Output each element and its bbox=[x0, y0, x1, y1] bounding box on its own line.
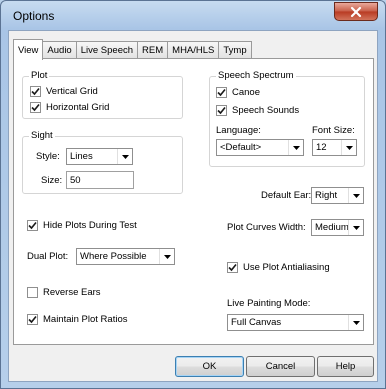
checkmark-icon bbox=[28, 315, 37, 324]
plot-curves-width-value: Medium bbox=[315, 222, 348, 233]
tab-mha-hls[interactable]: MHA/HLS bbox=[167, 41, 220, 59]
language-label: Language: bbox=[216, 125, 261, 136]
live-painting-value: Full Canvas bbox=[231, 317, 282, 328]
checkmark-icon bbox=[228, 263, 237, 272]
window-title: Options bbox=[13, 9, 55, 23]
live-painting-label: Live Painting Mode: bbox=[227, 298, 311, 309]
font-size-select[interactable]: 12 bbox=[312, 139, 357, 156]
style-select[interactable]: Lines bbox=[66, 148, 133, 165]
hide-plots-label: Hide Plots During Test bbox=[43, 220, 137, 231]
use-antialiasing-label: Use Plot Antialiasing bbox=[243, 262, 330, 273]
close-icon bbox=[350, 6, 362, 17]
checkmark-icon bbox=[31, 103, 40, 112]
plot-group: Plot Vertical Grid Horizontal Grid bbox=[22, 70, 183, 119]
speech-spectrum-group: Speech Spectrum Canoe Speech Sounds Lang… bbox=[209, 70, 365, 167]
plot-curves-width-label: Plot Curves Width: bbox=[227, 222, 306, 233]
speech-sounds-checkbox[interactable]: Speech Sounds bbox=[216, 105, 299, 116]
maintain-ratios-checkbox[interactable]: Maintain Plot Ratios bbox=[27, 314, 127, 325]
size-input[interactable]: 50 bbox=[66, 171, 134, 189]
default-ear-value: Right bbox=[315, 190, 338, 201]
dual-plot-select[interactable]: Where Possible bbox=[76, 248, 175, 265]
use-antialiasing-checkbox[interactable]: Use Plot Antialiasing bbox=[227, 262, 330, 273]
tab-audio[interactable]: Audio bbox=[42, 41, 77, 59]
hide-plots-checkbox[interactable]: Hide Plots During Test bbox=[27, 220, 137, 231]
speech-spectrum-title: Speech Spectrum bbox=[216, 70, 296, 81]
speech-sounds-box[interactable] bbox=[216, 105, 227, 116]
tab-live-speech[interactable]: Live Speech bbox=[75, 41, 139, 59]
dialog-client: View Audio Live Speech REM MHA/HLS Tymp … bbox=[8, 30, 378, 382]
vertical-grid-box[interactable] bbox=[30, 86, 41, 97]
chevron-down-icon bbox=[288, 140, 303, 155]
chevron-down-icon bbox=[117, 149, 132, 164]
reverse-ears-label: Reverse Ears bbox=[43, 287, 101, 298]
reverse-ears-box[interactable] bbox=[27, 287, 38, 298]
font-size-value: 12 bbox=[316, 142, 327, 153]
horizontal-grid-checkbox[interactable]: Horizontal Grid bbox=[30, 102, 109, 113]
canoe-box[interactable] bbox=[216, 87, 227, 98]
plot-group-title: Plot bbox=[29, 70, 50, 81]
chevron-down-icon bbox=[348, 315, 363, 330]
vertical-grid-checkbox[interactable]: Vertical Grid bbox=[30, 86, 98, 97]
tab-tymp[interactable]: Tymp bbox=[218, 41, 252, 59]
language-select[interactable]: <Default> bbox=[216, 139, 304, 156]
close-button[interactable] bbox=[334, 2, 378, 21]
sight-group: Sight Style: Lines Size: 50 bbox=[22, 130, 183, 194]
maintain-ratios-box[interactable] bbox=[27, 314, 38, 325]
default-ear-select[interactable]: Right bbox=[311, 187, 364, 204]
help-button[interactable]: Help bbox=[317, 356, 374, 377]
checkmark-icon bbox=[217, 88, 226, 97]
tab-strip: View Audio Live Speech REM MHA/HLS Tymp bbox=[13, 39, 252, 60]
language-value: <Default> bbox=[220, 142, 262, 153]
sight-group-title: Sight bbox=[29, 130, 55, 141]
style-label: Style: bbox=[36, 151, 60, 162]
checkmark-icon bbox=[28, 221, 37, 230]
tab-view[interactable]: View bbox=[13, 39, 44, 60]
size-label: Size: bbox=[41, 175, 63, 186]
maintain-ratios-label: Maintain Plot Ratios bbox=[43, 314, 128, 325]
speech-sounds-label: Speech Sounds bbox=[232, 105, 300, 116]
chevron-down-icon bbox=[348, 188, 363, 203]
checkmark-icon bbox=[31, 87, 40, 96]
style-value: Lines bbox=[70, 151, 93, 162]
cancel-button[interactable]: Cancel bbox=[246, 356, 315, 377]
live-painting-select[interactable]: Full Canvas bbox=[227, 314, 364, 331]
chevron-down-icon bbox=[348, 220, 363, 235]
ok-button[interactable]: OK bbox=[175, 356, 244, 377]
tab-rem[interactable]: REM bbox=[137, 41, 169, 59]
hide-plots-box[interactable] bbox=[27, 220, 38, 231]
use-antialiasing-box[interactable] bbox=[227, 262, 238, 273]
plot-curves-width-select[interactable]: Medium bbox=[311, 219, 364, 236]
canoe-label: Canoe bbox=[232, 87, 260, 98]
checkmark-icon bbox=[217, 106, 226, 115]
horizontal-grid-label: Horizontal Grid bbox=[46, 102, 110, 113]
horizontal-grid-box[interactable] bbox=[30, 102, 41, 113]
vertical-grid-label: Vertical Grid bbox=[46, 86, 98, 97]
view-tab-page: Plot Vertical Grid Horizontal Grid Sight… bbox=[13, 58, 374, 345]
reverse-ears-checkbox[interactable]: Reverse Ears bbox=[27, 287, 101, 298]
chevron-down-icon bbox=[341, 140, 356, 155]
chevron-down-icon bbox=[159, 249, 174, 264]
dual-plot-label: Dual Plot: bbox=[27, 251, 69, 262]
default-ear-label: Default Ear: bbox=[261, 190, 312, 201]
canoe-checkbox[interactable]: Canoe bbox=[216, 87, 260, 98]
font-size-label: Font Size: bbox=[312, 125, 355, 136]
options-window: Options View Audio Live Speech REM MHA/H… bbox=[0, 0, 386, 389]
dual-plot-value: Where Possible bbox=[80, 251, 147, 262]
